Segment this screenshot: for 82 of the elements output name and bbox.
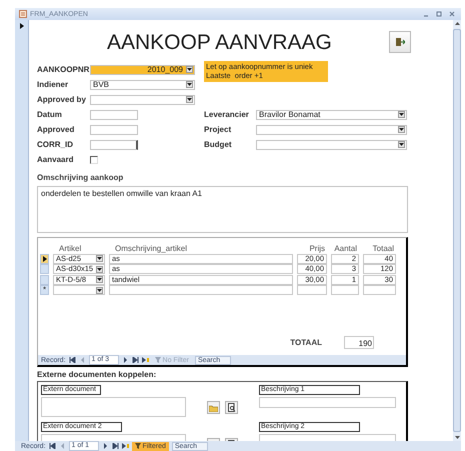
scroll-down-icon[interactable]	[454, 436, 460, 439]
row-selector[interactable]: *	[40, 285, 49, 296]
dropdown-button[interactable]	[186, 96, 193, 103]
caret-icon	[399, 113, 404, 116]
column-header: Artikel	[58, 244, 82, 253]
dropdown-button[interactable]	[96, 266, 103, 273]
door-arrow-icon	[395, 37, 405, 47]
caret-icon	[97, 288, 102, 292]
field-label: Project	[204, 125, 232, 134]
last-record-icon[interactable]	[112, 443, 119, 449]
field-label: Datum	[37, 110, 63, 119]
close-icon[interactable]	[447, 10, 457, 18]
field-label: Indiener	[37, 80, 70, 89]
input-field[interactable]	[259, 397, 396, 408]
field-label: Approved by	[37, 95, 87, 104]
table-cell	[297, 285, 327, 296]
input-field[interactable]	[90, 110, 138, 120]
dropdown-button[interactable]	[398, 141, 405, 148]
row-pointer-icon	[20, 23, 24, 29]
next-record-icon[interactable]	[122, 357, 129, 363]
first-record-icon[interactable]	[68, 357, 76, 363]
combo-field[interactable]	[256, 124, 407, 134]
last-record-icon[interactable]	[132, 357, 139, 363]
maximize-icon[interactable]	[434, 10, 444, 18]
input-field[interactable]	[90, 124, 138, 134]
funnel-icon	[154, 357, 161, 363]
field-label: Aanvaard	[37, 155, 74, 164]
column-header: Totaal	[372, 244, 395, 253]
row-selector[interactable]	[40, 254, 49, 264]
caret-icon	[97, 278, 102, 282]
form-heading: AANKOOP AANVRAAG	[107, 30, 333, 55]
preview-button[interactable]	[225, 401, 238, 414]
caret-icon	[97, 257, 102, 260]
field-label: CORR_ID	[37, 140, 74, 149]
dropdown-button[interactable]	[186, 66, 193, 73]
dropdown-button[interactable]	[186, 81, 193, 88]
column-header: Prijs	[308, 244, 326, 253]
caret-icon	[97, 268, 102, 271]
combo-field[interactable]: BVB	[90, 80, 195, 90]
funnel-icon	[134, 443, 141, 449]
new-record-icon[interactable]	[142, 357, 149, 363]
checkbox[interactable]	[90, 156, 98, 164]
folder-icon	[209, 404, 218, 412]
caret-icon	[399, 143, 404, 146]
field-label: Approved	[37, 125, 76, 134]
form-icon	[19, 10, 27, 18]
field-label: Budget	[204, 140, 233, 149]
total-field: 190	[344, 336, 374, 349]
new-record-icon[interactable]	[122, 443, 129, 449]
dropdown-button[interactable]	[96, 276, 103, 284]
combo-field[interactable]: Bravilor Bonamat	[256, 110, 407, 120]
column-header: Omschrijving_artikel	[114, 244, 188, 253]
first-record-icon[interactable]	[48, 443, 56, 449]
input-field[interactable]	[90, 140, 138, 150]
section-title: Externe documenten koppelen:	[37, 370, 158, 379]
exit-button[interactable]	[389, 31, 411, 53]
combo-field[interactable]	[53, 285, 105, 296]
combo-field[interactable]	[256, 140, 407, 150]
description-field[interactable]: onderdelen te bestellen omwille van kraan A1	[37, 186, 408, 233]
scroll-up-icon[interactable]	[454, 22, 460, 25]
field-label: Leverancier	[204, 110, 250, 119]
description-label: Omschrijving aankoop	[37, 173, 124, 182]
open-folder-button[interactable]	[207, 401, 220, 414]
next-record-icon[interactable]	[102, 443, 109, 449]
row-pointer-icon	[42, 256, 46, 262]
caret-icon	[187, 68, 192, 71]
table-cell	[331, 285, 359, 296]
caret-icon	[187, 83, 192, 86]
caret-icon	[399, 128, 404, 131]
dropdown-button[interactable]	[398, 111, 405, 118]
dropdown-button[interactable]	[96, 255, 103, 262]
table-cell	[363, 285, 396, 296]
field-label: AANKOOPNR	[37, 65, 90, 74]
combo-field[interactable]: 2010_009	[90, 64, 195, 74]
caret-icon	[187, 98, 192, 101]
document-magnifier-icon	[228, 403, 236, 412]
total-label: TOTAAL	[290, 338, 322, 347]
dropdown-button[interactable]	[398, 126, 405, 133]
column-header: Aantal	[333, 244, 358, 253]
dropdown-button[interactable]	[96, 286, 103, 294]
combo-field[interactable]	[90, 94, 195, 104]
input-field[interactable]	[41, 397, 186, 417]
